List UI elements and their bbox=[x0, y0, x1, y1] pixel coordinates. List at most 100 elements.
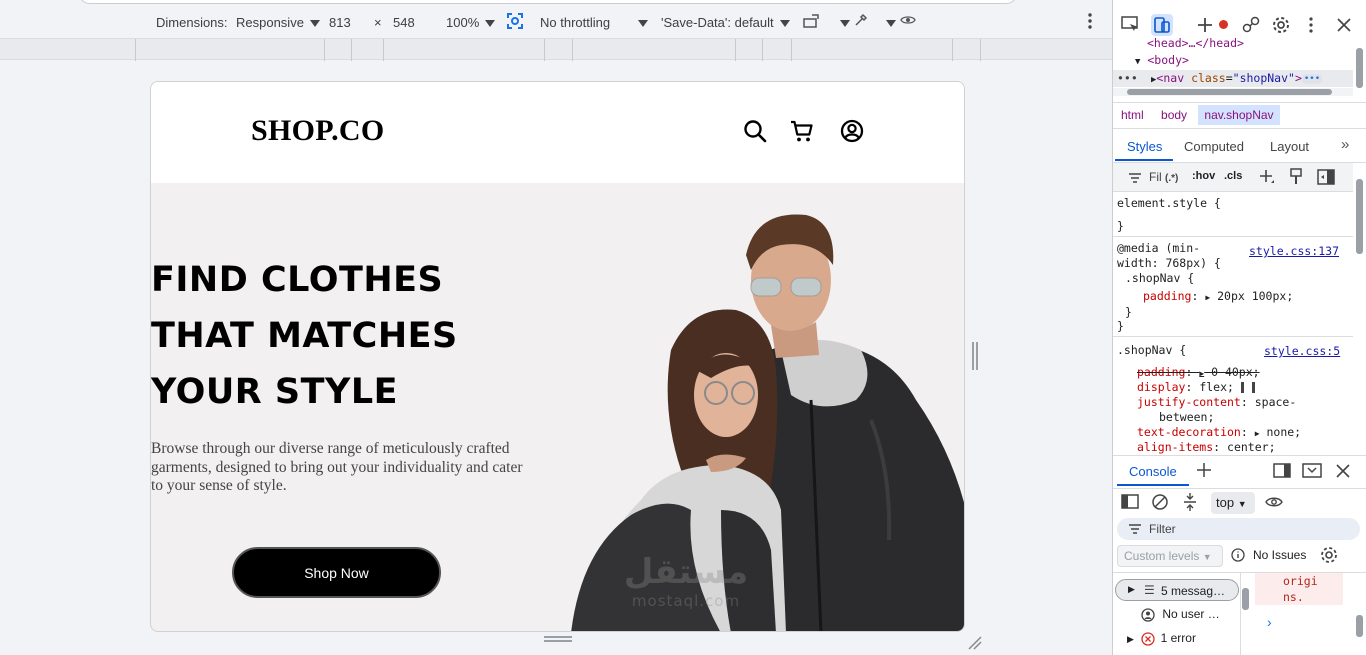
console-filter-input[interactable]: Filter bbox=[1117, 518, 1360, 540]
media-rule-source-link[interactable]: style.css:137 bbox=[1249, 244, 1339, 258]
issues-info-icon[interactable] bbox=[1231, 548, 1245, 565]
drawer-minimize-icon[interactable] bbox=[1302, 463, 1322, 481]
styles-vscrollbar[interactable] bbox=[1353, 165, 1366, 450]
eye-icon[interactable] bbox=[900, 14, 916, 29]
dock-side-icon[interactable] bbox=[1273, 463, 1291, 481]
dom-nav-node[interactable]: ▶<nav class="shopNav"> ••• bbox=[1151, 71, 1323, 85]
console-sidebar-item-messages[interactable]: ▶ ☰ 5 messag… bbox=[1115, 579, 1239, 601]
context-select[interactable]: top ▼ bbox=[1211, 492, 1255, 514]
base-rule-declaration[interactable]: text-decoration: ▶ none; bbox=[1137, 425, 1301, 439]
times-symbol: × bbox=[374, 15, 382, 30]
resize-corner-icon[interactable] bbox=[966, 634, 982, 650]
tab-styles[interactable]: Styles bbox=[1127, 139, 1162, 154]
breadcrumb-nav[interactable]: nav.shopNav bbox=[1198, 105, 1280, 125]
chevron-down-icon bbox=[840, 20, 850, 28]
rotate-frame-icon[interactable] bbox=[506, 12, 524, 33]
clear-console-icon[interactable] bbox=[1151, 493, 1169, 514]
inspect-element-icon[interactable] bbox=[1121, 16, 1141, 37]
live-expression-eye-icon[interactable] bbox=[1265, 496, 1283, 511]
shop-now-button[interactable]: Shop Now bbox=[232, 547, 441, 598]
log-levels-select[interactable]: Custom levels ▼ bbox=[1117, 545, 1223, 567]
hov-toggle[interactable]: :hov bbox=[1192, 170, 1215, 182]
dom-hscrollbar[interactable] bbox=[1113, 88, 1353, 96]
cls-toggle[interactable]: .cls bbox=[1224, 170, 1242, 182]
chevron-down-icon bbox=[638, 20, 648, 28]
kebab-menu-icon[interactable] bbox=[1307, 16, 1315, 37]
shop-logo[interactable]: SHOP.CO bbox=[251, 114, 385, 148]
base-rule-declaration[interactable]: justify-content: space- bbox=[1137, 395, 1296, 409]
ruler-tick bbox=[791, 39, 792, 61]
recording-dot-icon bbox=[1219, 20, 1228, 29]
console-sidebar-label: 5 messag… bbox=[1161, 584, 1226, 598]
add-drawer-tab-icon[interactable] bbox=[1195, 461, 1213, 482]
dom-head-node[interactable]: <head>…</head> bbox=[1147, 36, 1244, 50]
breadcrumb-html[interactable]: html bbox=[1121, 108, 1144, 122]
console-settings-gear-icon[interactable] bbox=[1319, 545, 1339, 568]
tab-layout[interactable]: Layout bbox=[1270, 139, 1309, 154]
console-vscrollbar[interactable] bbox=[1353, 573, 1366, 655]
device-toggle-icon[interactable] bbox=[1151, 14, 1173, 36]
cart-icon[interactable] bbox=[789, 118, 815, 144]
chevron-down-icon: ▼ bbox=[1237, 499, 1247, 509]
flex-editor-icon[interactable] bbox=[1240, 382, 1255, 393]
chevron-down-icon bbox=[886, 20, 896, 28]
paint-brush-icon[interactable] bbox=[1289, 168, 1303, 189]
performance-insights-icon[interactable] bbox=[1241, 15, 1261, 38]
issues-count[interactable]: No Issues bbox=[1253, 548, 1306, 562]
console-prompt-chevron-icon[interactable]: › bbox=[1267, 614, 1272, 630]
top-address-strip bbox=[78, 0, 1018, 4]
dom-body-node[interactable]: ▼ <body> bbox=[1135, 53, 1189, 67]
save-data-select[interactable]: 'Save-Data': default bbox=[661, 15, 790, 30]
styles-filter-input[interactable]: Fil (.*) bbox=[1149, 170, 1178, 184]
group-similar-icon[interactable] bbox=[1182, 492, 1198, 515]
base-rule-declaration-struck[interactable]: padding: ▶ 0 40px; bbox=[1137, 365, 1260, 379]
more-options-select[interactable] bbox=[834, 15, 850, 30]
breadcrumb-body[interactable]: body bbox=[1161, 108, 1187, 122]
height-input[interactable]: 548 bbox=[393, 15, 415, 30]
eyedropper-icon[interactable] bbox=[854, 13, 868, 30]
more-tabs-icon[interactable]: » bbox=[1341, 136, 1349, 153]
error-icon bbox=[1141, 632, 1155, 646]
rule-close-brace: } bbox=[1125, 305, 1132, 319]
new-rule-icon[interactable] bbox=[1258, 168, 1276, 189]
ruler-tick bbox=[762, 39, 763, 61]
ruler-tick bbox=[980, 39, 981, 61]
console-tab[interactable]: Console bbox=[1129, 464, 1177, 479]
console-sidebar-scrollbar[interactable] bbox=[1241, 578, 1251, 655]
device-select[interactable]: Responsive bbox=[236, 15, 320, 30]
base-rule-source-link[interactable]: style.css:5 bbox=[1264, 344, 1340, 358]
console-sidebar-item-errors[interactable]: ▶ 1 error bbox=[1127, 631, 1196, 646]
rotate-device-icon[interactable] bbox=[802, 13, 822, 32]
toggle-sidebar-icon[interactable] bbox=[1317, 169, 1335, 188]
regex-toggle[interactable]: (.*) bbox=[1165, 173, 1178, 184]
base-rule-declaration[interactable]: align-items: center; bbox=[1137, 440, 1276, 454]
ruler-tick bbox=[544, 39, 545, 61]
throttling-select[interactable] bbox=[632, 15, 648, 30]
base-rule-declaration[interactable]: display: flex; bbox=[1137, 380, 1255, 394]
width-input[interactable]: 813 bbox=[329, 15, 351, 30]
dimensions-label: Dimensions: bbox=[156, 15, 228, 30]
search-icon[interactable] bbox=[742, 118, 768, 144]
element-style-rule[interactable]: element.style { bbox=[1117, 196, 1221, 210]
kebab-menu-icon[interactable] bbox=[1085, 11, 1095, 34]
media-rule-declaration[interactable]: padding: ▶ 20px 100px; bbox=[1143, 289, 1293, 303]
zoom-select[interactable]: 100% bbox=[446, 15, 496, 30]
media-rule-selector[interactable]: .shopNav { bbox=[1125, 271, 1194, 285]
shop-nav: SHOP.CO bbox=[151, 82, 964, 183]
dom-collapsed-ellipsis[interactable]: ••• bbox=[1301, 73, 1323, 84]
dom-vscrollbar[interactable] bbox=[1353, 36, 1366, 102]
base-rule-selector[interactable]: .shopNav { bbox=[1117, 343, 1186, 357]
resize-handle-bottom[interactable] bbox=[544, 636, 572, 642]
add-panel-icon[interactable] bbox=[1195, 15, 1215, 38]
media-query-ruler[interactable] bbox=[0, 38, 1112, 61]
resize-handle-right[interactable] bbox=[972, 342, 978, 370]
vision-select[interactable] bbox=[880, 15, 896, 30]
close-icon[interactable] bbox=[1335, 16, 1353, 37]
settings-gear-icon[interactable] bbox=[1271, 15, 1291, 38]
ruler-tick bbox=[572, 39, 573, 61]
tab-computed[interactable]: Computed bbox=[1184, 139, 1244, 154]
console-sidebar-item-user[interactable]: No user … bbox=[1141, 607, 1220, 622]
console-sidebar-toggle-icon[interactable] bbox=[1121, 494, 1139, 512]
close-drawer-icon[interactable] bbox=[1335, 463, 1351, 482]
account-icon[interactable] bbox=[839, 118, 865, 144]
